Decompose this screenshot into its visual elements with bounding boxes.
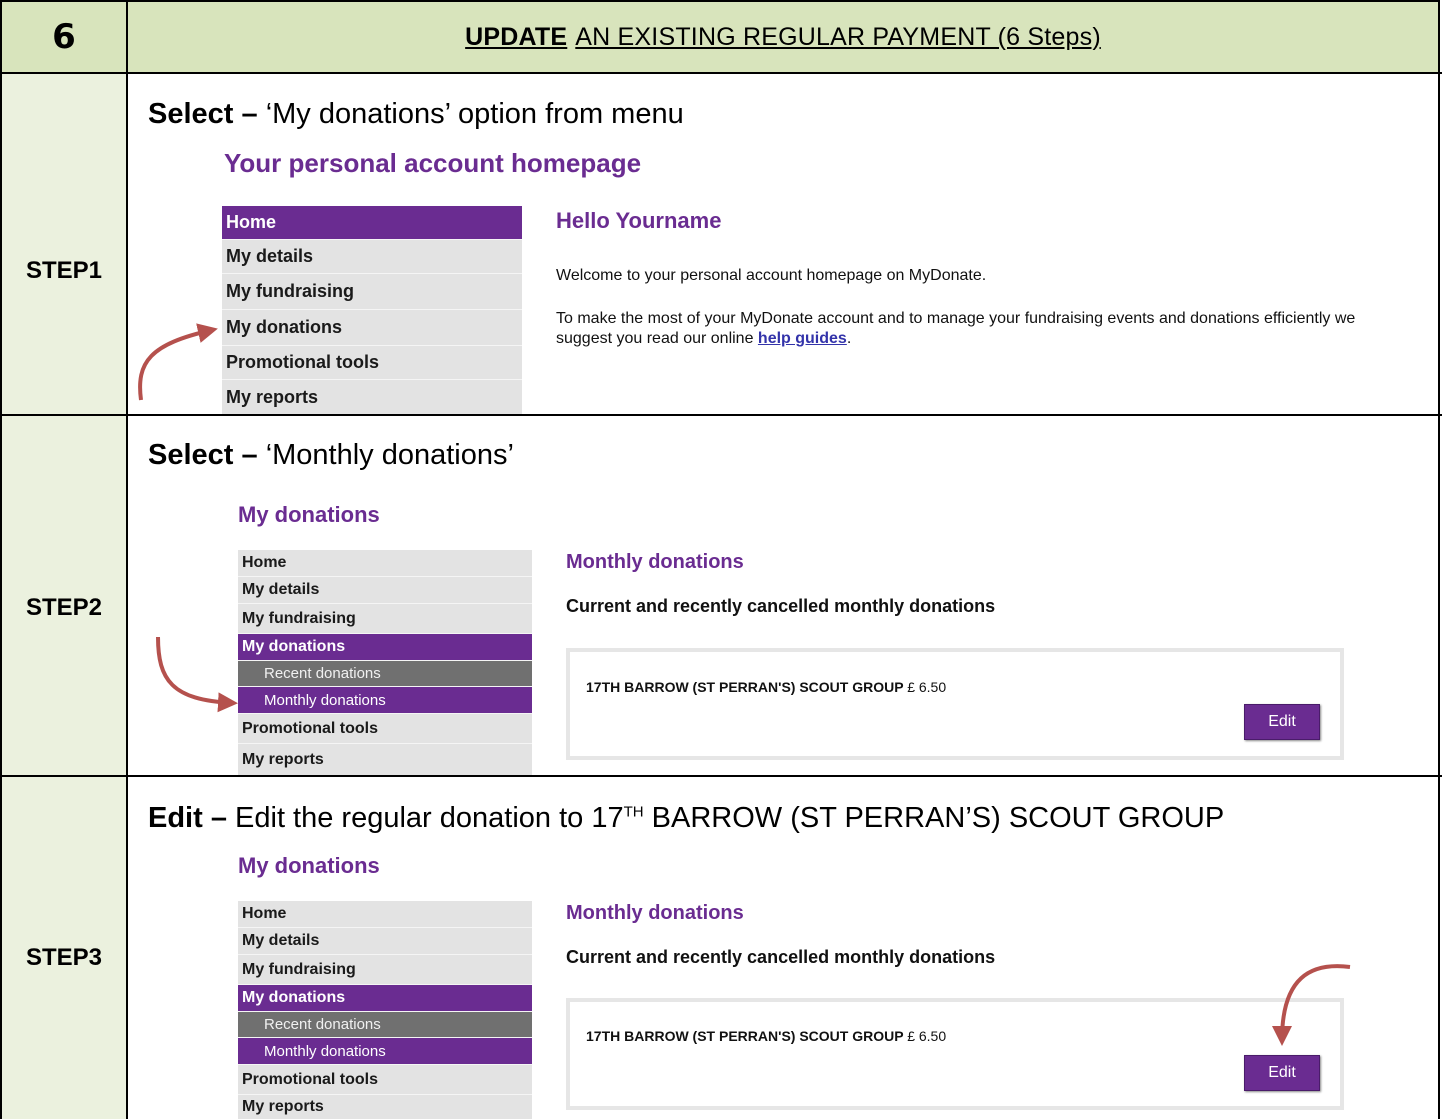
- step2-donation-card: [566, 648, 1344, 760]
- step3-instruction-verb: Edit –: [148, 802, 227, 834]
- step3-instruction-post: BARROW (ST PERRAN’S) SCOUT GROUP: [643, 802, 1225, 834]
- step2-menu-recent-donations[interactable]: Recent donations: [238, 661, 532, 687]
- step2-section-subtitle: Current and recently cancelled monthly d…: [566, 596, 996, 616]
- step1-tip-text: To make the most of your MyDonate accoun…: [556, 309, 1356, 349]
- step2-section-title: Monthly donations: [566, 551, 744, 573]
- step2-menu-promotional-tools[interactable]: Promotional tools: [238, 714, 532, 744]
- step1-greeting: Hello Yourname: [556, 208, 722, 233]
- step3-menu-my-reports[interactable]: My reports: [238, 1095, 532, 1119]
- step2-menu-home[interactable]: Home: [238, 550, 532, 577]
- row-divider: [0, 72, 1442, 74]
- step1-menu-home[interactable]: Home: [222, 206, 522, 240]
- row-divider: [0, 775, 1442, 777]
- step1-menu-my-reports[interactable]: My reports: [222, 380, 522, 414]
- step2-menu-monthly-donations[interactable]: Monthly donations: [238, 687, 532, 714]
- step2-menu-my-reports[interactable]: My reports: [238, 744, 532, 775]
- step3-donation-amount: £ 6.50: [907, 1028, 947, 1044]
- column-divider: [126, 0, 128, 1119]
- step3-donation-entry: 17TH BARROW (ST PERRAN'S) SCOUT GROUP £ …: [586, 1028, 946, 1044]
- step1-instruction-text: ‘My donations’ option from menu: [257, 98, 684, 130]
- step1-tip-body: To make the most of your MyDonate accoun…: [556, 310, 1356, 347]
- row-divider: [0, 414, 1442, 416]
- instruction-document: 6 UPDATE AN EXISTING REGULAR PAYMENT (6 S…: [0, 0, 1442, 1119]
- step1-menu-my-details[interactable]: My details: [222, 240, 522, 274]
- step2-donation-entry: 17TH BARROW (ST PERRAN'S) SCOUT GROUP £ …: [586, 679, 946, 695]
- step3-menu-my-details[interactable]: My details: [238, 928, 532, 955]
- step1-instruction: Select – ‘My donations’ option from menu: [148, 98, 684, 131]
- step1-tip-end: .: [846, 330, 852, 347]
- step2-nav-menu: Home My details My fundraising My donati…: [238, 550, 532, 775]
- step2-donation-name: 17TH BARROW (ST PERRAN'S) SCOUT GROUP: [586, 679, 904, 695]
- step2-donation-amount: £ 6.50: [907, 679, 947, 695]
- step2-menu-my-details[interactable]: My details: [238, 577, 532, 604]
- step2-page-title: My donations: [238, 502, 380, 527]
- step1-nav-menu: Home My details My fundraising My donati…: [222, 206, 522, 414]
- step3-donation-card: [566, 998, 1344, 1110]
- step1-menu-my-fundraising[interactable]: My fundraising: [222, 274, 522, 310]
- step3-page-title: My donations: [238, 853, 380, 878]
- step3-menu-my-fundraising[interactable]: My fundraising: [238, 955, 532, 985]
- step1-welcome-text: Welcome to your personal account homepag…: [556, 267, 987, 284]
- step3-menu-recent-donations[interactable]: Recent donations: [238, 1012, 532, 1038]
- step3-menu-my-donations[interactable]: My donations: [238, 985, 532, 1012]
- step3-nav-menu: Home My details My fundraising My donati…: [238, 901, 532, 1119]
- step2-menu-my-donations[interactable]: My donations: [238, 634, 532, 661]
- step3-menu-monthly-donations[interactable]: Monthly donations: [238, 1038, 532, 1065]
- step3-menu-home[interactable]: Home: [238, 901, 532, 928]
- step2-menu-my-fundraising[interactable]: My fundraising: [238, 604, 532, 634]
- help-guides-link[interactable]: help guides: [758, 330, 847, 347]
- step2-instruction-verb: Select –: [148, 439, 258, 471]
- step2-instruction-text: ‘Monthly donations’: [257, 439, 514, 471]
- step3-instruction: Edit – Edit the regular donation to 17TH…: [148, 802, 1224, 835]
- step3-instruction-pre: Edit the regular donation to 17: [226, 802, 624, 834]
- step2-edit-button[interactable]: Edit: [1244, 704, 1320, 740]
- step3-donation-name: 17TH BARROW (ST PERRAN'S) SCOUT GROUP: [586, 1028, 904, 1044]
- step1-menu-my-donations[interactable]: My donations: [222, 310, 522, 346]
- step3-instruction-sup: TH: [623, 803, 644, 821]
- step3-edit-button[interactable]: Edit: [1244, 1055, 1320, 1091]
- step3-section-title: Monthly donations: [566, 902, 744, 924]
- step1-menu-promotional-tools[interactable]: Promotional tools: [222, 346, 522, 380]
- step1-instruction-verb: Select –: [148, 98, 258, 130]
- step3-menu-promotional-tools[interactable]: Promotional tools: [238, 1065, 532, 1095]
- step1-page-title: Your personal account homepage: [224, 148, 642, 178]
- step2-instruction: Select – ‘Monthly donations’: [148, 439, 514, 472]
- step3-section-subtitle: Current and recently cancelled monthly d…: [566, 947, 996, 967]
